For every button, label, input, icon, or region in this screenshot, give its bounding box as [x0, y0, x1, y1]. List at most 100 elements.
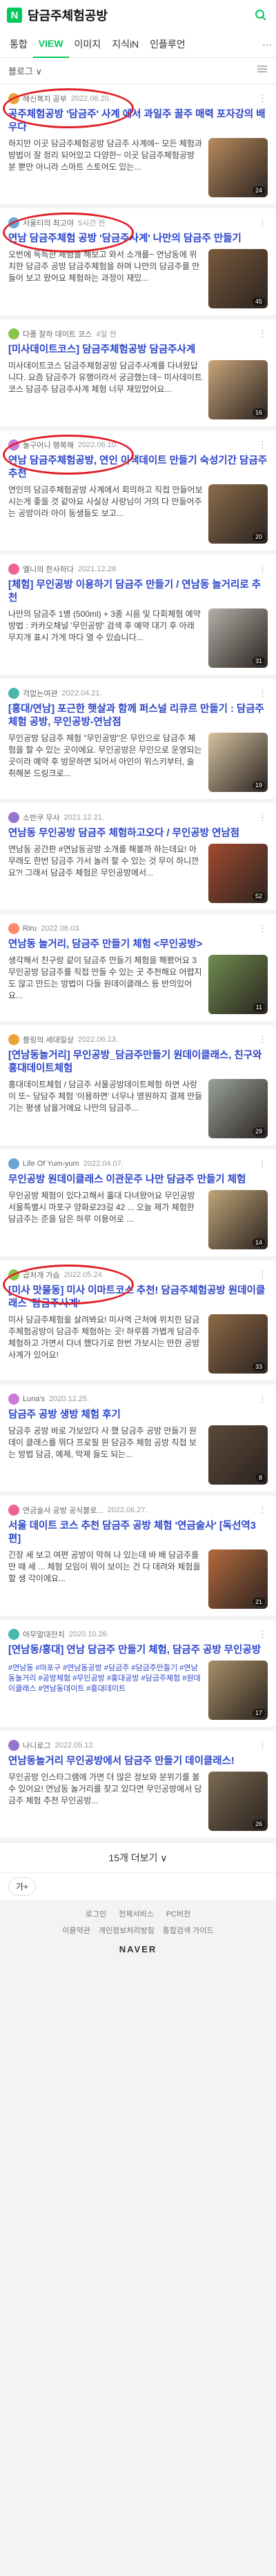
result-title[interactable]: 연남 담금주체험공방, 연인 이색데이트 만들기 숙성기간 담금주 추천 — [8, 455, 268, 481]
tab-view[interactable]: VIEW — [32, 30, 69, 58]
author-name[interactable]: 해신복지 공부 — [23, 93, 67, 104]
author-avatar[interactable] — [8, 1394, 19, 1405]
filter-icon[interactable] — [257, 64, 268, 77]
result-card[interactable]: 나니로그 2022.05.12. ⋮ 연남동놀거리 무인공방에서 담금주 만들기 데이… — [0, 1731, 276, 1842]
author-name[interactable]: 나니로그 — [23, 1740, 50, 1751]
result-card[interactable]: 걱없는여관 2022.04.21. ⋮ [홍대/연남] 포근한 햇살과 함께 퍼스널 … — [0, 679, 276, 803]
more-options-icon[interactable]: ⋮ — [258, 1394, 268, 1405]
result-card[interactable]: 소반쿠 무사 2021.12.21. ⋮ 연남동 무인공방 담금주 체험하고오다 / … — [0, 803, 276, 914]
more-options-icon[interactable]: ⋮ — [258, 328, 268, 339]
result-snippet[interactable]: 하지만 이곳 담금주체험공방 담금주 사계에~ 모든 체험과 방법이 잘 정리 … — [8, 138, 208, 197]
result-thumbnail[interactable]: 8 — [208, 1425, 268, 1485]
more-options-icon[interactable]: ⋮ — [258, 1629, 268, 1640]
result-title[interactable]: [미사 맛물동] 미사 이마트코스 추천! 담금주체험공방 원데이클래스 '담금… — [8, 1285, 268, 1311]
result-card[interactable]: Luna's 2020.12.25. ⋮ 담금주 공방 생방 체험 후기 담금주 공방 … — [0, 1385, 276, 1496]
result-thumbnail[interactable]: 14 — [208, 1190, 268, 1249]
result-title[interactable]: 공주체험공방 '담금주' 사계 에서 과일주 꿀주 매력 포자강의 배우다 — [8, 108, 268, 135]
result-card[interactable]: Riru 2022.06.03. ⋮ 연남동 놀거리, 담금주 만들기 체험 <무인공… — [0, 914, 276, 1025]
author-avatar[interactable] — [8, 812, 19, 823]
result-card[interactable]: Life Of Yum-yum 2022.04.07. ⋮ 무인공방 원데이클래스 이… — [0, 1149, 276, 1260]
author-name[interactable]: 소반쿠 무사 — [23, 812, 60, 823]
author-avatar[interactable] — [8, 217, 19, 228]
result-thumbnail[interactable]: 20 — [208, 484, 268, 544]
naver-logo[interactable]: N — [7, 8, 22, 23]
result-title[interactable]: 서울 데이트 코스 추천 담금주 공방 체험 '연금술사' [독선역3편] — [8, 1520, 268, 1546]
author-name[interactable]: Riru — [23, 924, 37, 933]
footer-pc-version-link[interactable]: PC버전 — [166, 1908, 191, 1919]
author-name[interactable]: Luna's — [23, 1395, 45, 1403]
more-options-icon[interactable]: ⋮ — [258, 923, 268, 934]
author-avatar[interactable] — [8, 923, 19, 934]
tab-image[interactable]: 이미지 — [69, 30, 107, 58]
result-snippet[interactable]: 연인의 담금주체험공방 사계에서 회의하고 직접 만들어보시는게 좋을 것 같아… — [8, 484, 208, 544]
result-thumbnail[interactable]: 24 — [208, 138, 268, 197]
result-card[interactable]: 곱처개 가슴 2022.05.24. ⋮ [미사 맛물동] 미사 이마트코스 추천! … — [0, 1260, 276, 1385]
more-options-icon[interactable]: ⋮ — [258, 1269, 268, 1280]
result-thumbnail[interactable]: 11 — [208, 955, 268, 1014]
author-name[interactable]: 다플 잘하 데이트 코스 — [23, 328, 92, 339]
text-size-button[interactable]: 가+ — [8, 1877, 37, 1896]
result-thumbnail[interactable]: 52 — [208, 844, 268, 903]
result-card[interactable]: 다플 잘하 데이트 코스 4일 전 ⋮ [미사데이트코스] 담금주체험공방 담금주사계… — [0, 319, 276, 430]
result-card[interactable]: 아무말대잔치 2020.10.26. ⋮ [연남동/홍대] 연남 담금주 만들기 체험… — [0, 1620, 276, 1731]
author-name[interactable]: 걱없는여관 — [23, 688, 58, 699]
result-title[interactable]: [체험] 무인공방 이용하기 담금주 만들기 / 연남동 놀거리로 추천 — [8, 579, 268, 605]
author-name[interactable]: 블링의 세대일상 — [23, 1034, 74, 1045]
author-avatar[interactable] — [8, 1269, 19, 1280]
result-title[interactable]: [미사데이트코스] 담금주체험공방 담금주사계 — [8, 344, 268, 357]
result-thumbnail[interactable]: 21 — [208, 1549, 268, 1609]
footer-terms-link[interactable]: 이용약관 — [62, 1925, 90, 1936]
author-name[interactable]: 연금술사 공방 공식블로... — [23, 1505, 103, 1516]
more-results-button[interactable]: 15개 더보기 ∨ — [0, 1842, 276, 1872]
tabs-more-button[interactable]: ··· — [262, 39, 272, 50]
result-thumbnail[interactable]: 26 — [208, 1772, 268, 1831]
result-title[interactable]: 연남동 놀거리, 담금주 만들기 체험 <무인공방> — [8, 938, 268, 951]
author-avatar[interactable] — [8, 439, 19, 450]
more-options-icon[interactable]: ⋮ — [258, 1158, 268, 1169]
result-snippet[interactable]: 생각해서 친구랑 같이 담금주 만들기 체험을 해봤어요 3 무인공방 담금주를… — [8, 955, 208, 1014]
more-options-icon[interactable]: ⋮ — [258, 1034, 268, 1045]
more-options-icon[interactable]: ⋮ — [258, 93, 268, 104]
result-title[interactable]: [홍대/연남] 포근한 햇살과 함께 퍼스널 리큐르 만들기 : 담금주 체험 … — [8, 703, 268, 729]
author-avatar[interactable] — [8, 1505, 19, 1516]
tab-kin[interactable]: 지식iN — [106, 30, 144, 58]
author-name[interactable]: 놀구어니 행복해 — [23, 439, 74, 450]
result-snippet[interactable]: 나만의 담금주 1병 (500ml) + 3종 시음 및 다회체험 예약 방법 … — [8, 608, 208, 668]
result-title[interactable]: 연남동 무인공방 담금주 체험하고오다 / 무인공방 연남점 — [8, 827, 268, 840]
result-card[interactable]: 블링의 세대일상 2022.06.13. ⋮ [연남동놀거리] 무인공방_담금주만들기… — [0, 1025, 276, 1149]
tab-influencer[interactable]: 인플루언 — [144, 30, 191, 58]
more-options-icon[interactable]: ⋮ — [258, 812, 268, 823]
result-snippet[interactable]: 무인공방 담금주 체험 "무인공방"은 무인으로 담금주 체험을 할 수 있는 … — [8, 733, 208, 792]
result-thumbnail[interactable]: 33 — [208, 1314, 268, 1374]
result-snippet[interactable]: 연남동 공간판 #연남동공방 소개를 해볼까 하는데요! 아무래도 한번 담금주… — [8, 844, 208, 903]
footer-login-link[interactable]: 로그인 — [86, 1908, 106, 1919]
author-name[interactable]: 곱처개 가슴 — [23, 1269, 60, 1280]
result-card[interactable]: 연금술사 공방 공식블로... 2022.06.27. ⋮ 서울 데이트 코스 추천 … — [0, 1496, 276, 1620]
author-avatar[interactable] — [8, 1034, 19, 1045]
blog-filter-dropdown[interactable]: 블로그 ∨ — [8, 64, 42, 77]
result-tags[interactable]: #연남동 #마포구 #연남동공방 #담금주 #담금주만들기 #연남동놀거리 #공… — [8, 1663, 203, 1694]
result-thumbnail[interactable]: 45 — [208, 249, 268, 308]
result-snippet[interactable]: #연남동 #마포구 #연남동공방 #담금주 #담금주만들기 #연남동놀거리 #공… — [8, 1661, 208, 1720]
result-card[interactable]: 서울티의 최고야 5시간 전 ⋮ 연남 담금주체험 공방 '담금주사계' 나만의 담금… — [0, 208, 276, 319]
footer-privacy-link[interactable]: 개인정보처리방침 — [99, 1925, 155, 1936]
result-snippet[interactable]: 무인공방 체험이 있다고해서 홀대 다녀왔어요 무인공방 서울특별시 마포구 양… — [8, 1190, 208, 1249]
more-options-icon[interactable]: ⋮ — [258, 217, 268, 228]
author-avatar[interactable] — [8, 1158, 19, 1169]
author-avatar[interactable] — [8, 688, 19, 699]
search-icon[interactable] — [253, 7, 269, 23]
author-name[interactable]: 아무말대잔치 — [23, 1629, 65, 1640]
more-options-icon[interactable]: ⋮ — [258, 1740, 268, 1751]
footer-guide-link[interactable]: 통합검색 가이드 — [163, 1925, 214, 1936]
result-snippet[interactable]: 홍대데이트체험 / 담금주 서울공방데이트체험 하면 사랑이 또~ 당담주 체험… — [8, 1079, 208, 1138]
more-options-icon[interactable]: ⋮ — [258, 439, 268, 450]
author-name[interactable]: Life Of Yum-yum — [23, 1160, 79, 1168]
result-thumbnail[interactable]: 19 — [208, 733, 268, 792]
result-card[interactable]: 해신복지 공부 2022.06.20. ⋮ 공주체험공방 '담금주' 사계 에서 과일… — [0, 84, 276, 208]
author-name[interactable]: 서울티의 최고야 — [23, 217, 74, 228]
author-avatar[interactable] — [8, 564, 19, 575]
more-options-icon[interactable]: ⋮ — [258, 1505, 268, 1516]
more-options-icon[interactable]: ⋮ — [258, 564, 268, 575]
result-title[interactable]: 담금주 공방 생방 체험 후기 — [8, 1409, 268, 1422]
result-thumbnail[interactable]: 16 — [208, 360, 268, 419]
